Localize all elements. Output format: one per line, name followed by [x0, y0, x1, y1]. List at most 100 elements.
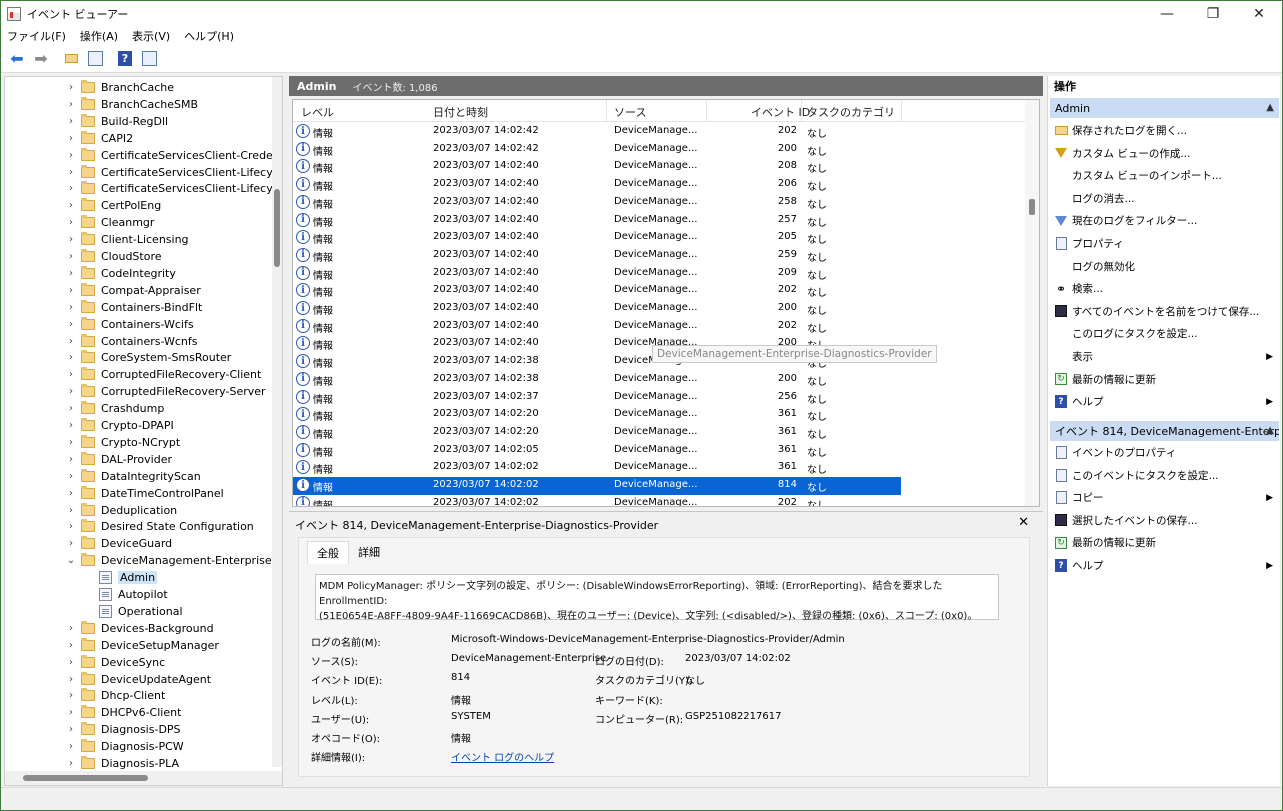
- table-row[interactable]: i 情報 2023/03/07 14:02:02 DeviceManage... 202…: [293, 495, 901, 506]
- tree-item[interactable]: › Client-Licensing: [65, 231, 189, 248]
- chevron-right-icon[interactable]: ›: [65, 505, 77, 516]
- table-row[interactable]: i 情報 2023/03/07 14:02:42 DeviceManage... 200…: [293, 141, 901, 159]
- chevron-right-icon[interactable]: ›: [65, 420, 77, 431]
- tree-item[interactable]: › DHCPv6-Client: [65, 704, 181, 721]
- chevron-right-icon[interactable]: ›: [65, 200, 77, 211]
- chevron-right-icon[interactable]: ›: [65, 352, 77, 363]
- tree-item[interactable]: Autopilot: [95, 586, 168, 603]
- log-tree[interactable]: › BranchCache › BranchCacheSMB › Build-RegDll…: [4, 76, 283, 786]
- tree-item[interactable]: ⌄ DeviceManagement-Enterprise-Dia: [65, 552, 282, 569]
- up-folder-icon[interactable]: [61, 49, 81, 69]
- column-header-level[interactable]: レベル: [301, 104, 334, 120]
- chevron-right-icon[interactable]: ›: [65, 183, 77, 194]
- table-row[interactable]: i 情報 2023/03/07 14:02:02 DeviceManage... 814…: [293, 477, 901, 495]
- collapse-triangle-icon[interactable]: ▲: [1266, 102, 1274, 113]
- chevron-right-icon[interactable]: ›: [65, 657, 77, 668]
- action-item[interactable]: ? ヘルプ ▶: [1050, 555, 1279, 576]
- chevron-right-icon[interactable]: ›: [65, 707, 77, 718]
- chevron-right-icon[interactable]: ›: [65, 741, 77, 752]
- chevron-right-icon[interactable]: ›: [65, 454, 77, 465]
- show-hide-action-pane-icon[interactable]: [139, 49, 159, 69]
- chevron-right-icon[interactable]: ›: [65, 99, 77, 110]
- tree-item[interactable]: › DeviceUpdateAgent: [65, 671, 211, 688]
- menu-view[interactable]: 表示(V): [132, 28, 170, 44]
- tree-item[interactable]: › Diagnosis-PCW: [65, 738, 184, 755]
- column-header-source[interactable]: ソース: [614, 104, 646, 120]
- chevron-right-icon[interactable]: ›: [65, 234, 77, 245]
- tree-item[interactable]: › DeviceSetupManager: [65, 637, 219, 654]
- table-row[interactable]: i 情報 2023/03/07 14:02:20 DeviceManage... 361…: [293, 406, 901, 424]
- minimize-button[interactable]: —: [1144, 1, 1190, 27]
- action-item[interactable]: ログの無効化: [1050, 256, 1279, 277]
- action-item[interactable]: 現在のログをフィルター...: [1050, 210, 1279, 231]
- actions-section-admin[interactable]: Admin ▲: [1050, 98, 1279, 118]
- chevron-right-icon[interactable]: ›: [65, 758, 77, 769]
- chevron-right-icon[interactable]: ›: [65, 319, 77, 330]
- table-row[interactable]: i 情報 2023/03/07 14:02:40 DeviceManage... 206…: [293, 176, 901, 194]
- action-item[interactable]: ⚭ 検索...: [1050, 278, 1279, 299]
- chevron-right-icon[interactable]: ›: [65, 285, 77, 296]
- tree-item[interactable]: › DateTimeControlPanel: [65, 485, 224, 502]
- tree-item[interactable]: › Devices-Background: [65, 620, 214, 637]
- table-row[interactable]: i 情報 2023/03/07 14:02:42 DeviceManage... 202…: [293, 123, 901, 141]
- tree-item[interactable]: › CertPolEng: [65, 197, 161, 214]
- grid-vertical-scrollbar[interactable]: [1025, 100, 1039, 506]
- tree-item[interactable]: › CertificateServicesClient-Lifecycle-U: [65, 180, 282, 197]
- tree-item[interactable]: › CodeIntegrity: [65, 265, 176, 282]
- chevron-right-icon[interactable]: ›: [65, 640, 77, 651]
- chevron-right-icon[interactable]: ›: [65, 690, 77, 701]
- chevron-right-icon[interactable]: ›: [65, 167, 77, 178]
- table-row[interactable]: i 情報 2023/03/07 14:02:40 DeviceManage... 258…: [293, 194, 901, 212]
- action-item[interactable]: このログにタスクを設定...: [1050, 323, 1279, 344]
- maximize-button[interactable]: ❐: [1190, 1, 1236, 27]
- chevron-right-icon[interactable]: ›: [65, 538, 77, 549]
- tree-item[interactable]: › CAPI2: [65, 130, 133, 147]
- chevron-right-icon[interactable]: ›: [65, 217, 77, 228]
- tree-horizontal-scroll-thumb[interactable]: [23, 775, 148, 781]
- tree-item[interactable]: › BranchCacheSMB: [65, 96, 198, 113]
- tree-item[interactable]: › DeviceGuard: [65, 535, 172, 552]
- action-item[interactable]: 表示 ▶: [1050, 346, 1279, 367]
- table-row[interactable]: i 情報 2023/03/07 14:02:02 DeviceManage... 361…: [293, 459, 901, 477]
- action-item[interactable]: 保存されたログを開く...: [1050, 120, 1279, 141]
- tree-item[interactable]: › DataIntegrityScan: [65, 468, 201, 485]
- tree-item[interactable]: › Crypto-DPAPI: [65, 417, 174, 434]
- chevron-right-icon[interactable]: ›: [65, 302, 77, 313]
- table-row[interactable]: i 情報 2023/03/07 14:02:40 DeviceManage... 200…: [293, 300, 901, 318]
- tree-item[interactable]: › DAL-Provider: [65, 451, 172, 468]
- chevron-right-icon[interactable]: ›: [65, 251, 77, 262]
- collapse-triangle-icon[interactable]: ▲: [1266, 425, 1274, 436]
- column-header-datetime[interactable]: 日付と時刻: [433, 104, 488, 120]
- tree-item[interactable]: › Compat-Appraiser: [65, 282, 201, 299]
- back-arrow-icon[interactable]: ⬅: [7, 49, 27, 69]
- menu-action[interactable]: 操作(A): [80, 28, 118, 44]
- action-item[interactable]: ログの消去...: [1050, 188, 1279, 209]
- menu-file[interactable]: ファイル(F): [7, 28, 66, 44]
- table-row[interactable]: i 情報 2023/03/07 14:02:20 DeviceManage... 361…: [293, 424, 901, 442]
- action-item[interactable]: プロパティ: [1050, 233, 1279, 254]
- chevron-right-icon[interactable]: ›: [65, 336, 77, 347]
- detail-close-icon[interactable]: ✕: [1018, 515, 1029, 530]
- column-header-task-category[interactable]: タスクのカテゴリ: [807, 104, 895, 120]
- tree-item[interactable]: › DeviceSync: [65, 654, 165, 671]
- tree-item[interactable]: › Desired State Configuration: [65, 518, 254, 535]
- chevron-right-icon[interactable]: ›: [65, 674, 77, 685]
- chevron-right-icon[interactable]: ›: [65, 403, 77, 414]
- close-button[interactable]: ✕: [1236, 1, 1282, 27]
- chevron-down-icon[interactable]: ⌄: [65, 555, 77, 566]
- chevron-right-icon[interactable]: ›: [65, 82, 77, 93]
- tree-item[interactable]: › CloudStore: [65, 248, 162, 265]
- action-item[interactable]: ↻ 最新の情報に更新: [1050, 369, 1279, 390]
- tree-item[interactable]: › Containers-Wcifs: [65, 316, 194, 333]
- tree-item[interactable]: › CorruptedFileRecovery-Server: [65, 383, 266, 400]
- tree-item[interactable]: › Dhcp-Client: [65, 687, 165, 704]
- table-row[interactable]: i 情報 2023/03/07 14:02:40 DeviceManage... 202…: [293, 318, 901, 336]
- action-item[interactable]: ? ヘルプ ▶: [1050, 391, 1279, 412]
- menu-help[interactable]: ヘルプ(H): [184, 28, 234, 44]
- chevron-right-icon[interactable]: ›: [65, 724, 77, 735]
- table-row[interactable]: i 情報 2023/03/07 14:02:40 DeviceManage... 208…: [293, 158, 901, 176]
- chevron-right-icon[interactable]: ›: [65, 521, 77, 532]
- action-item[interactable]: すべてのイベントを名前をつけて保存...: [1050, 301, 1279, 322]
- forward-arrow-icon[interactable]: ➡: [31, 49, 51, 69]
- table-row[interactable]: i 情報 2023/03/07 14:02:40 DeviceManage... 257…: [293, 212, 901, 230]
